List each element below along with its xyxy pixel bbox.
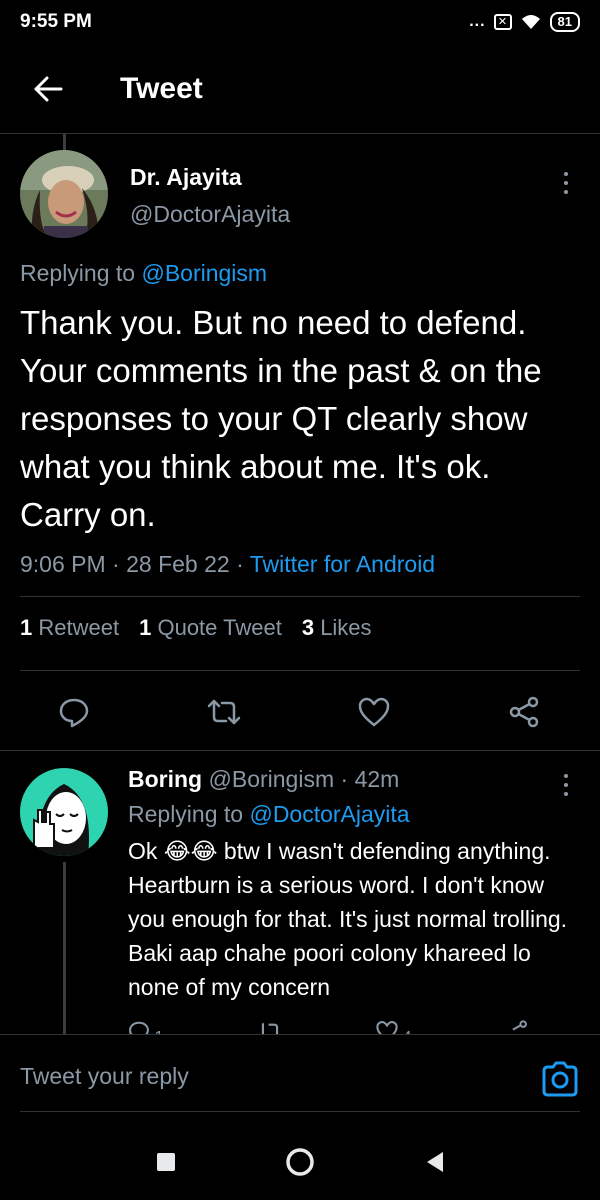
reply-input[interactable] <box>20 1063 500 1090</box>
tweet-date: 28 Feb 22 <box>126 551 230 577</box>
reply-more-options-icon[interactable] <box>556 772 576 798</box>
retweets-stat[interactable]: 1 Retweet <box>20 615 119 641</box>
heart-icon <box>376 1021 398 1034</box>
divider <box>20 670 580 671</box>
page-title: Tweet <box>120 71 203 105</box>
share-icon <box>512 1020 527 1031</box>
reply-avatar[interactable] <box>20 768 108 856</box>
reply-icon <box>59 698 89 728</box>
reply-body: Boring @Boringism · 42m Replying to @Doc… <box>128 766 578 1004</box>
reply-button[interactable] <box>56 694 92 730</box>
main-tweet: Dr. Ajayita @DoctorAjayita Replying to @… <box>20 150 580 578</box>
circle-icon <box>286 1148 314 1176</box>
like-button[interactable] <box>356 694 392 730</box>
camera-icon <box>542 1061 578 1097</box>
tweet-source[interactable]: Twitter for Android <box>250 551 435 577</box>
camera-button[interactable] <box>540 1059 580 1099</box>
system-nav-bar <box>0 1124 600 1200</box>
meta-separator: · <box>236 551 250 577</box>
triangle-back-icon <box>427 1152 443 1172</box>
reply-actions: 1 4 <box>128 1020 528 1034</box>
more-options-icon[interactable] <box>556 168 576 198</box>
reply-author-name[interactable]: Boring <box>128 766 202 792</box>
status-time: 9:55 PM <box>20 11 92 32</box>
status-bar: 9:55 PM ... ✕ 81 <box>0 0 600 44</box>
arrow-left-icon <box>34 76 63 101</box>
retweet-icon <box>207 699 241 725</box>
share-icon <box>509 696 539 728</box>
home-button[interactable] <box>283 1145 317 1179</box>
reply-reply-button[interactable]: 1 <box>128 1020 163 1034</box>
recents-button[interactable] <box>149 1145 183 1179</box>
share-button[interactable] <box>506 694 542 730</box>
signal-dots-icon: ... <box>469 13 486 30</box>
back-nav-button[interactable] <box>417 1145 451 1179</box>
reply-replying-to: Replying to @DoctorAjayita <box>128 801 410 827</box>
compose-bar <box>0 1034 600 1124</box>
replying-to: Replying to @Boringism <box>20 260 580 287</box>
reply-header: Boring @Boringism · 42m <box>128 766 400 792</box>
tweet-text: Thank you. But no need to defend. Your c… <box>20 304 542 533</box>
reply-icon <box>129 1021 149 1034</box>
square-icon <box>157 1153 175 1171</box>
battery-icon: 81 <box>549 12 580 32</box>
wifi-icon <box>521 15 540 29</box>
reply-text: Ok 😂😂 btw I wasn't defending anything. H… <box>128 838 568 1000</box>
author-row: Dr. Ajayita @DoctorAjayita <box>20 150 580 238</box>
author-avatar[interactable] <box>20 150 108 238</box>
reply-time: 42m <box>354 766 400 792</box>
app-header: Tweet <box>0 44 600 134</box>
quote-tweets-stat[interactable]: 1 Quote Tweet <box>139 615 282 641</box>
reply-author-handle[interactable]: @Boringism <box>209 766 335 792</box>
reply-share-button[interactable] <box>506 1020 528 1034</box>
likes-stat[interactable]: 3 Likes <box>302 615 372 641</box>
author-name[interactable]: Dr. Ajayita <box>130 164 290 191</box>
tweet-actions <box>20 688 580 736</box>
retweet-icon <box>261 1023 278 1034</box>
tweet-stats: 1 Retweet 1 Quote Tweet 3 Likes <box>20 615 372 641</box>
reply-retweet-button[interactable] <box>258 1020 282 1034</box>
status-icons: ... ✕ 81 <box>469 12 580 32</box>
replying-prefix: Replying to <box>20 260 136 286</box>
tweet-time: 9:06 PM <box>20 551 106 577</box>
back-button[interactable] <box>0 44 96 134</box>
reply-like-button[interactable]: 4 <box>376 1020 412 1034</box>
author-handle[interactable]: @DoctorAjayita <box>130 201 290 228</box>
divider <box>20 596 580 597</box>
author-avatar-image <box>20 150 108 238</box>
thread-line <box>63 862 66 1034</box>
divider <box>0 750 600 751</box>
replying-to-link[interactable]: @Boringism <box>141 260 267 286</box>
divider <box>20 1111 580 1112</box>
retweet-button[interactable] <box>206 694 242 730</box>
author-info: Dr. Ajayita @DoctorAjayita <box>130 164 290 228</box>
meta-separator: · <box>112 551 127 577</box>
reply-replying-to-link[interactable]: @DoctorAjayita <box>249 801 409 827</box>
laughing-emoji: 😂😂 <box>163 838 218 864</box>
tweet-meta: 9:06 PM · 28 Feb 22 · Twitter for Androi… <box>20 551 580 578</box>
heart-icon <box>358 697 390 727</box>
no-sim-icon: ✕ <box>493 14 512 30</box>
reply-avatar-image <box>20 768 108 856</box>
